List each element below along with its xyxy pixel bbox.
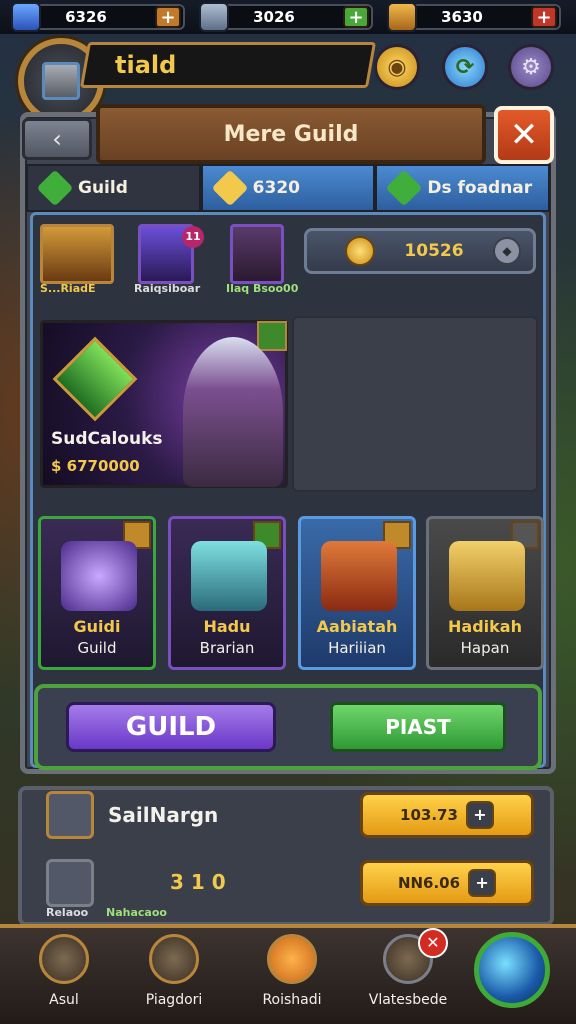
past-button[interactable]: PIAST [330,702,506,752]
sword-icon [46,791,94,839]
pill-value: NN6.06 [397,874,461,892]
nav-vlatesbede[interactable]: Vlatesbede ✕ [358,928,458,1008]
box-icon [385,169,423,207]
nav-asul[interactable]: Asul [14,934,114,1008]
card-hariiian[interactable]: Aabiatah Hariiian [298,516,416,670]
lower-count: 3 1 0 [170,870,226,894]
header: tiald ◉ ⟳ ⚙ [0,22,576,124]
crystal-box-icon [191,541,267,611]
world-icon[interactable]: ⟳ [442,44,488,90]
lower-sub-label: Relaoo [46,906,89,919]
card-title: Hadikah [448,617,522,636]
item-label: Raiqsiboar [134,282,201,295]
tab-foadnar[interactable]: Ds foadnar [375,164,551,212]
player-name: tiald [115,51,177,79]
lower-value-1[interactable]: 103.73 + [360,792,534,838]
hexagon-icon [39,934,89,984]
page-title: Mere Guild [223,121,359,147]
card-title: Hadu [203,617,251,636]
sun-gear-icon [267,934,317,984]
nav-label: Roishadi [262,992,322,1008]
card-brarian[interactable]: Hadu Brarian [168,516,286,670]
player-name-bar: tiald [79,42,377,88]
lower-row-1: SailNargn [46,790,218,840]
card-hapan[interactable]: Hadikah Hapan [426,516,544,670]
lower-sub-label: Nahacaoo [106,906,167,919]
pill-value: 103.73 [400,806,458,824]
green-shield-icon [52,336,138,422]
lower-row-name: SailNargn [108,803,219,827]
tab-label: Ds foadnar [427,178,533,198]
nav-piagdori[interactable]: Piagdori [124,934,224,1008]
treasure-chest-icon [321,541,397,611]
item-chest[interactable] [40,224,114,284]
card-subtitle: Brarian [199,639,255,657]
globe-icon[interactable] [474,932,550,1008]
featured-reward[interactable]: SudCalouks $ 6770000 [40,320,288,488]
card-title: Guidi [73,617,121,636]
tab-bar: Guild 6320 Ds foadnar [26,164,551,212]
house-icon [149,934,199,984]
shop-coin-icon[interactable]: ◉ [374,44,420,90]
card-subtitle: Hapan [460,639,510,657]
nav-roishadi[interactable]: Roishadi [242,934,342,1008]
empty-slot [292,316,538,492]
guild-button[interactable]: GUILD [66,702,276,752]
guild-gem-icon [36,169,74,207]
coin-balance[interactable]: 10526 ◆ [304,228,536,274]
crossed-swords-icon [108,859,156,907]
hero-icon [61,541,137,611]
lower-row-2 [46,858,156,908]
items-row: S...RiadE Raiqsiboar 11 Ilaq Bsoo00 1052… [40,224,540,300]
nav-label: Piagdori [145,992,203,1008]
card-row: Guidi Guild Hadu Brarian Aabiatah Hariii… [38,516,544,672]
item-count-badge: 11 [182,226,204,248]
card-title: Aabiatah [316,617,398,636]
card-guild[interactable]: Guidi Guild [38,516,156,670]
close-button[interactable]: ✕ [494,106,554,164]
avatar-icon [42,62,80,100]
coin-value: 10526 [404,241,464,261]
tab-label: Guild [78,178,128,198]
item-label: S...RiadE [40,282,96,295]
pill-add-button[interactable]: + [465,801,494,829]
card-subtitle: Hariiian [328,639,386,657]
back-button[interactable]: ‹ [22,118,92,160]
nav-label: Asul [49,992,79,1008]
item-label: Ilaq Bsoo00 [226,282,299,295]
nav-alert-badge: ✕ [418,928,448,958]
nav-label: Vlatesbede [368,992,448,1008]
gear-icon[interactable]: ⚙ [508,44,554,90]
pill-add-button[interactable]: + [468,869,497,897]
hero-portrait [183,337,283,487]
featured-value: $ 6770000 [51,457,140,475]
orb-icon [46,859,94,907]
feature-badge-icon [257,321,287,351]
featured-name: SudCalouks [51,429,163,449]
tab-coins[interactable]: 6320 [200,164,376,212]
tab-guild[interactable]: Guild [26,164,201,212]
tab-label: 6320 [252,178,300,198]
item-hero-portrait[interactable] [230,224,284,284]
lower-value-2[interactable]: NN6.06 + [360,860,534,906]
coin-spinner-icon[interactable]: ◆ [493,237,521,265]
coin-icon [211,169,249,207]
gold-coin-icon [345,236,375,266]
title-bar: Mere Guild [96,104,486,164]
golden-horn-icon [449,541,525,611]
card-subtitle: Guild [77,639,117,657]
